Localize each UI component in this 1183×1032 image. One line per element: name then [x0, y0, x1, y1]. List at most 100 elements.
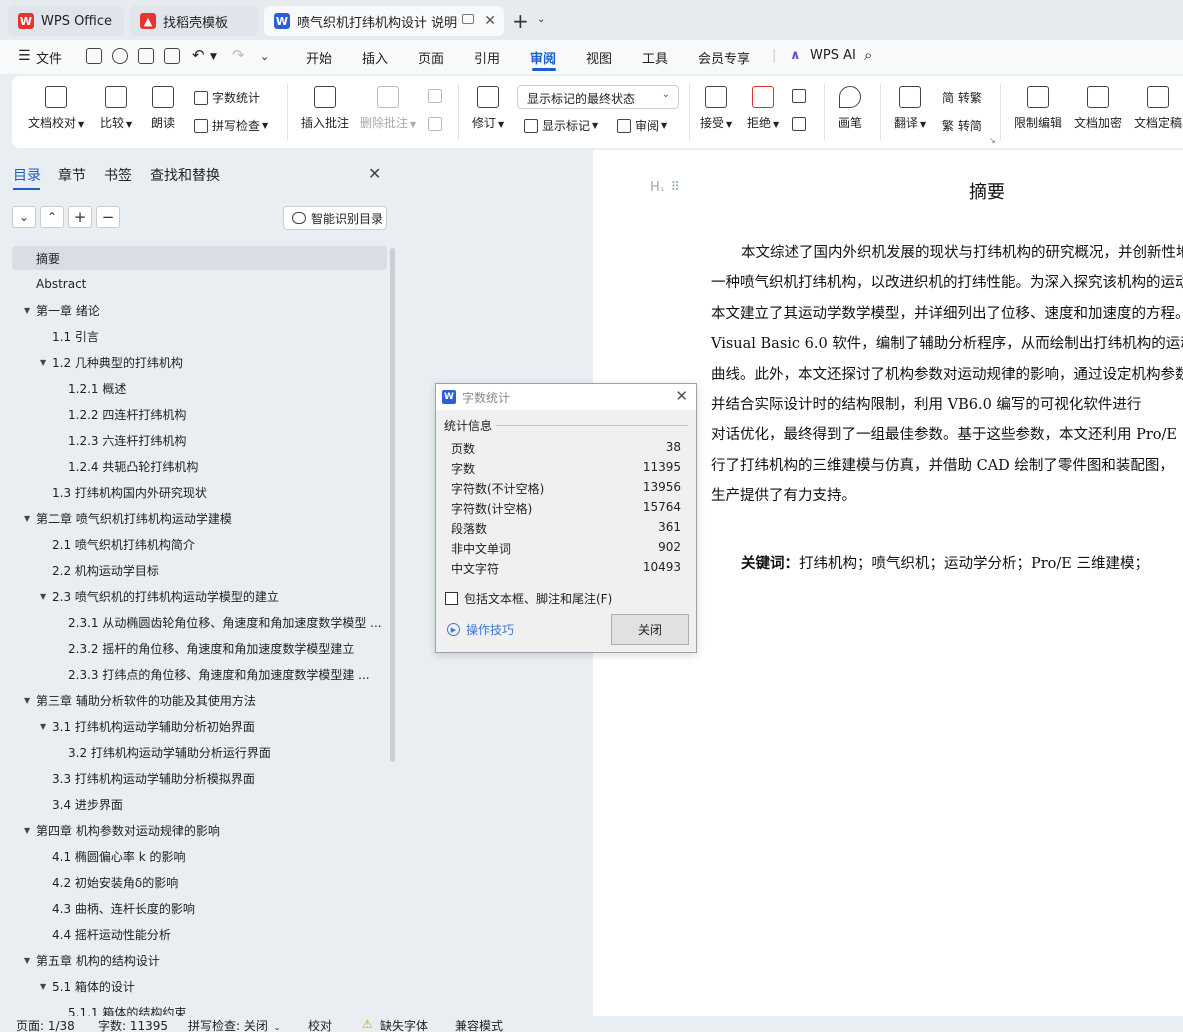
hamburger-icon[interactable]: ☰	[18, 48, 31, 64]
toc-item[interactable]: 1.2.1 概述	[12, 376, 387, 400]
expand-toggle-icon[interactable]: ▼	[24, 306, 36, 315]
tab-current-document[interactable]: W 喷气织机打纬机构设计 说明书 ✕	[264, 6, 504, 36]
toc-item[interactable]: 2.2 机构运动学目标	[12, 558, 387, 582]
show-markup-button[interactable]: 显示标记 ▼	[524, 117, 598, 134]
save-icon[interactable]	[86, 48, 102, 64]
expand-up-button[interactable]: ⌃	[40, 206, 64, 228]
toc-item[interactable]: Abstract	[12, 272, 387, 296]
toc-item[interactable]: 1.2.3 六连杆打纬机构	[12, 428, 387, 452]
toc-item[interactable]: ▼ 第五章 机构的结构设计	[12, 948, 387, 972]
toc-item[interactable]: ▼ 第三章 辅助分析软件的功能及其使用方法	[12, 688, 387, 712]
toc-item[interactable]: 3.3 打纬机构运动学辅助分析模拟界面	[12, 766, 387, 790]
toc-item[interactable]: 4.4 摇杆运动性能分析	[12, 922, 387, 946]
doc-check-button[interactable]: 文档校对 ▼	[28, 86, 84, 131]
dialog-titlebar[interactable]: W 字数统计 ✕	[436, 384, 696, 410]
window-icon[interactable]	[462, 14, 474, 24]
toc-item[interactable]: 2.3.2 摇杆的角位移、角速度和角加速度数学模型建立	[12, 636, 387, 660]
menu-wps-ai[interactable]: WPS AI	[810, 48, 856, 63]
to-simplified-button[interactable]: 繁 转简	[942, 117, 982, 134]
next-change-icon[interactable]	[792, 117, 810, 131]
prev-change-icon[interactable]	[792, 89, 810, 103]
encrypt-button[interactable]: 文档加密	[1074, 86, 1122, 131]
tips-link[interactable]: ▶ 操作技巧	[447, 621, 514, 638]
toc-scrollbar[interactable]	[390, 248, 395, 762]
expand-toggle-icon[interactable]: ▼	[40, 722, 52, 731]
toc-item[interactable]: ▼ 1.2 几种典型的打纬机构	[12, 350, 387, 374]
status-missing-font[interactable]: 缺失字体	[380, 1017, 428, 1032]
finalize-button[interactable]: 文档定稿	[1134, 86, 1182, 131]
reject-button[interactable]: 拒绝 ▼	[747, 86, 779, 131]
menu-member[interactable]: 会员专享	[698, 48, 750, 67]
dialog-close-icon[interactable]: ✕	[675, 387, 688, 405]
next-comment-icon[interactable]	[428, 117, 446, 131]
menu-insert[interactable]: 插入	[362, 48, 388, 67]
restrict-edit-button[interactable]: 限制编辑	[1014, 86, 1062, 131]
track-changes-button[interactable]: 修订 ▼	[472, 86, 504, 131]
delete-comment-button[interactable]: 删除批注 ▼	[360, 86, 416, 131]
nav-tab-sections[interactable]: 章节	[58, 165, 86, 185]
expand-toggle-icon[interactable]: ▼	[24, 826, 36, 835]
nav-tab-find-replace[interactable]: 查找和替换	[150, 165, 220, 185]
toc-item[interactable]: ▼ 第四章 机构参数对运动规律的影响	[12, 818, 387, 842]
remove-heading-button[interactable]: −	[96, 206, 120, 228]
toc-item[interactable]: 2.1 喷气织机打纬机构简介	[12, 532, 387, 556]
toc-item[interactable]: ▼ 5.1 箱体的设计	[12, 974, 387, 998]
print-preview-icon[interactable]	[164, 48, 180, 64]
dialog-close-button[interactable]: 关闭	[611, 614, 689, 645]
checkbox-box[interactable]	[445, 592, 458, 605]
redo-icon[interactable]: ↷	[232, 46, 245, 64]
more-chevron-icon[interactable]: ⌄	[260, 50, 269, 63]
translate-button[interactable]: 翻译 ▼	[894, 86, 926, 131]
include-textbox-checkbox[interactable]: 包括文本框、脚注和尾注(F)	[445, 590, 612, 607]
toc-item[interactable]: 4.1 椭圆偏心率 k 的影响	[12, 844, 387, 868]
word-count-button[interactable]: 字数统计	[194, 89, 260, 106]
toc-item[interactable]: ▼ 2.3 喷气织机的打纬机构运动学模型的建立	[12, 584, 387, 608]
menu-file[interactable]: 文件	[36, 48, 62, 67]
undo-icon[interactable]: ↶	[192, 46, 205, 64]
expand-toggle-icon[interactable]: ▼	[40, 592, 52, 601]
menu-page[interactable]: 页面	[418, 48, 444, 67]
collapse-all-button[interactable]: ⌄	[12, 206, 36, 228]
review-pane-button[interactable]: 审阅 ▼	[617, 117, 667, 134]
toc-item[interactable]: 1.1 引言	[12, 324, 387, 348]
close-tab-icon[interactable]: ✕	[484, 13, 496, 29]
markup-state-select[interactable]: 显示标记的最终状态 ⌄	[517, 85, 679, 109]
toc-item[interactable]: 3.2 打纬机构运动学辅助分析运行界面	[12, 740, 387, 764]
menu-references[interactable]: 引用	[474, 48, 500, 67]
nav-tab-toc[interactable]: 目录	[13, 165, 41, 185]
toc-item[interactable]: 1.3 打纬机构国内外研究现状	[12, 480, 387, 504]
tab-wps-office[interactable]: W WPS Office	[8, 6, 124, 36]
compare-button[interactable]: 比较 ▼	[100, 86, 132, 131]
menu-tools[interactable]: 工具	[642, 48, 668, 67]
expand-toggle-icon[interactable]: ▼	[24, 696, 36, 705]
toc-item[interactable]: 4.2 初始安装角δ的影响	[12, 870, 387, 894]
toc-item[interactable]: 2.3.3 打纬点的角位移、角速度和角加速度数学模型建 ...	[12, 662, 387, 686]
status-proofread[interactable]: 校对	[308, 1017, 332, 1032]
accept-button[interactable]: 接受 ▼	[700, 86, 732, 131]
menu-view[interactable]: 视图	[586, 48, 612, 67]
toc-item[interactable]: 4.3 曲柄、连杆长度的影响	[12, 896, 387, 920]
toc-item[interactable]: ▼ 3.1 打纬机构运动学辅助分析初始界面	[12, 714, 387, 738]
search-icon[interactable]: ⌕	[864, 46, 872, 64]
read-aloud-button[interactable]: 朗读	[151, 86, 175, 131]
toc-item[interactable]: 1.2.2 四连杆打纬机构	[12, 402, 387, 426]
new-tab-icon[interactable]: +	[512, 9, 529, 33]
toc-item[interactable]: 2.3.1 从动椭圆齿轮角位移、角速度和角加速度数学模型 ...	[12, 610, 387, 634]
heading-marker-icon[interactable]: H₁ ⠿	[650, 180, 681, 195]
nav-tab-bookmarks[interactable]: 书签	[104, 165, 132, 185]
expand-toggle-icon[interactable]: ▼	[24, 956, 36, 965]
toc-item[interactable]: 3.4 进步界面	[12, 792, 387, 816]
expand-toggle-icon[interactable]: ▼	[40, 358, 52, 367]
status-page[interactable]: 页面: 1/38	[16, 1017, 75, 1032]
prev-comment-icon[interactable]	[428, 89, 446, 103]
ribbon-expand-icon[interactable]: ↘	[989, 136, 996, 145]
toc-item[interactable]: 摘要	[12, 246, 387, 270]
expand-toggle-icon[interactable]: ▼	[24, 514, 36, 523]
status-word-count[interactable]: 字数: 11395	[98, 1017, 168, 1032]
chevron-down-icon[interactable]: ⌄	[537, 14, 545, 25]
to-traditional-button[interactable]: 简 转繁	[942, 89, 982, 106]
menu-review[interactable]: 审阅	[530, 48, 556, 67]
chevron-down-icon[interactable]: ▼	[210, 52, 217, 62]
tab-docer-templates[interactable]: ▲ 找稻壳模板	[130, 6, 258, 36]
share-icon[interactable]	[112, 48, 128, 64]
